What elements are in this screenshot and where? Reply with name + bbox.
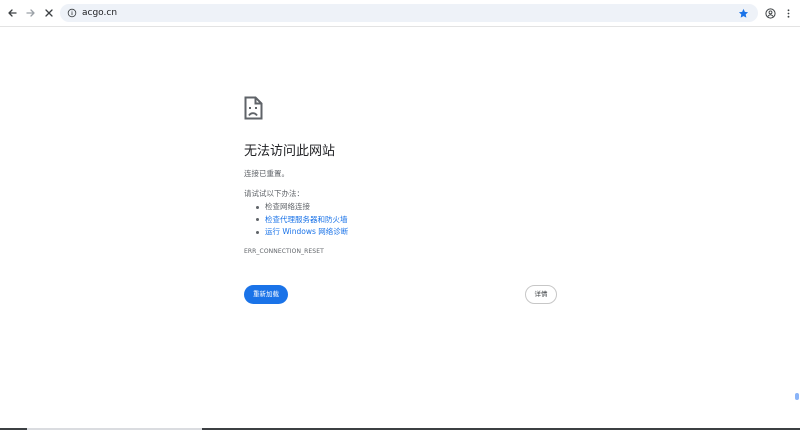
- error-code: ERR_CONNECTION_RESET: [244, 248, 324, 255]
- forward-arrow-icon: [26, 9, 35, 17]
- address-bar[interactable]: acgo.cn: [60, 4, 758, 22]
- suggestion-label[interactable]: 运行 Windows 网络诊断: [265, 227, 348, 236]
- bullet-icon: [256, 205, 259, 209]
- error-subtitle: 连接已重置。: [244, 169, 289, 178]
- profile-icon: [764, 7, 776, 19]
- reload-button[interactable]: 重新加载: [244, 285, 288, 304]
- site-info-button[interactable]: [66, 7, 78, 19]
- bullet-icon: [256, 230, 259, 234]
- suggestion-label: 检查网络连接: [265, 202, 310, 211]
- details-button[interactable]: 详情: [525, 285, 557, 304]
- suggestions-list: 检查网络连接 检查代理服务器和防火墙 运行 Windows 网络诊断: [256, 201, 348, 239]
- star-icon: [738, 8, 748, 18]
- more-vert-icon: [787, 8, 789, 18]
- suggestion-label[interactable]: 检查代理服务器和防火墙: [265, 215, 348, 224]
- error-title: 无法访问此网站: [244, 144, 336, 159]
- stop-button[interactable]: [40, 4, 58, 22]
- info-icon: [67, 8, 77, 18]
- suggestion-check-connection: 检查网络连接: [256, 201, 348, 214]
- sad-page-icon: [244, 96, 263, 120]
- menu-button[interactable]: [780, 5, 796, 21]
- url-text[interactable]: acgo.cn: [82, 7, 117, 19]
- scrollbar-thumb[interactable]: [795, 393, 799, 400]
- bookmark-button[interactable]: [737, 7, 749, 19]
- profile-button[interactable]: [762, 5, 778, 21]
- browser-toolbar: acgo.cn: [0, 0, 800, 27]
- suggestion-run-diagnostics-link[interactable]: 运行 Windows 网络诊断: [256, 226, 348, 239]
- forward-button[interactable]: [22, 4, 40, 22]
- back-arrow-icon: [8, 9, 17, 17]
- close-icon: [45, 9, 53, 17]
- back-button[interactable]: [3, 4, 21, 22]
- suggestions-heading: 请试试以下办法：: [244, 189, 304, 198]
- bullet-icon: [256, 218, 259, 221]
- suggestion-check-proxy-link[interactable]: 检查代理服务器和防火墙: [256, 214, 348, 227]
